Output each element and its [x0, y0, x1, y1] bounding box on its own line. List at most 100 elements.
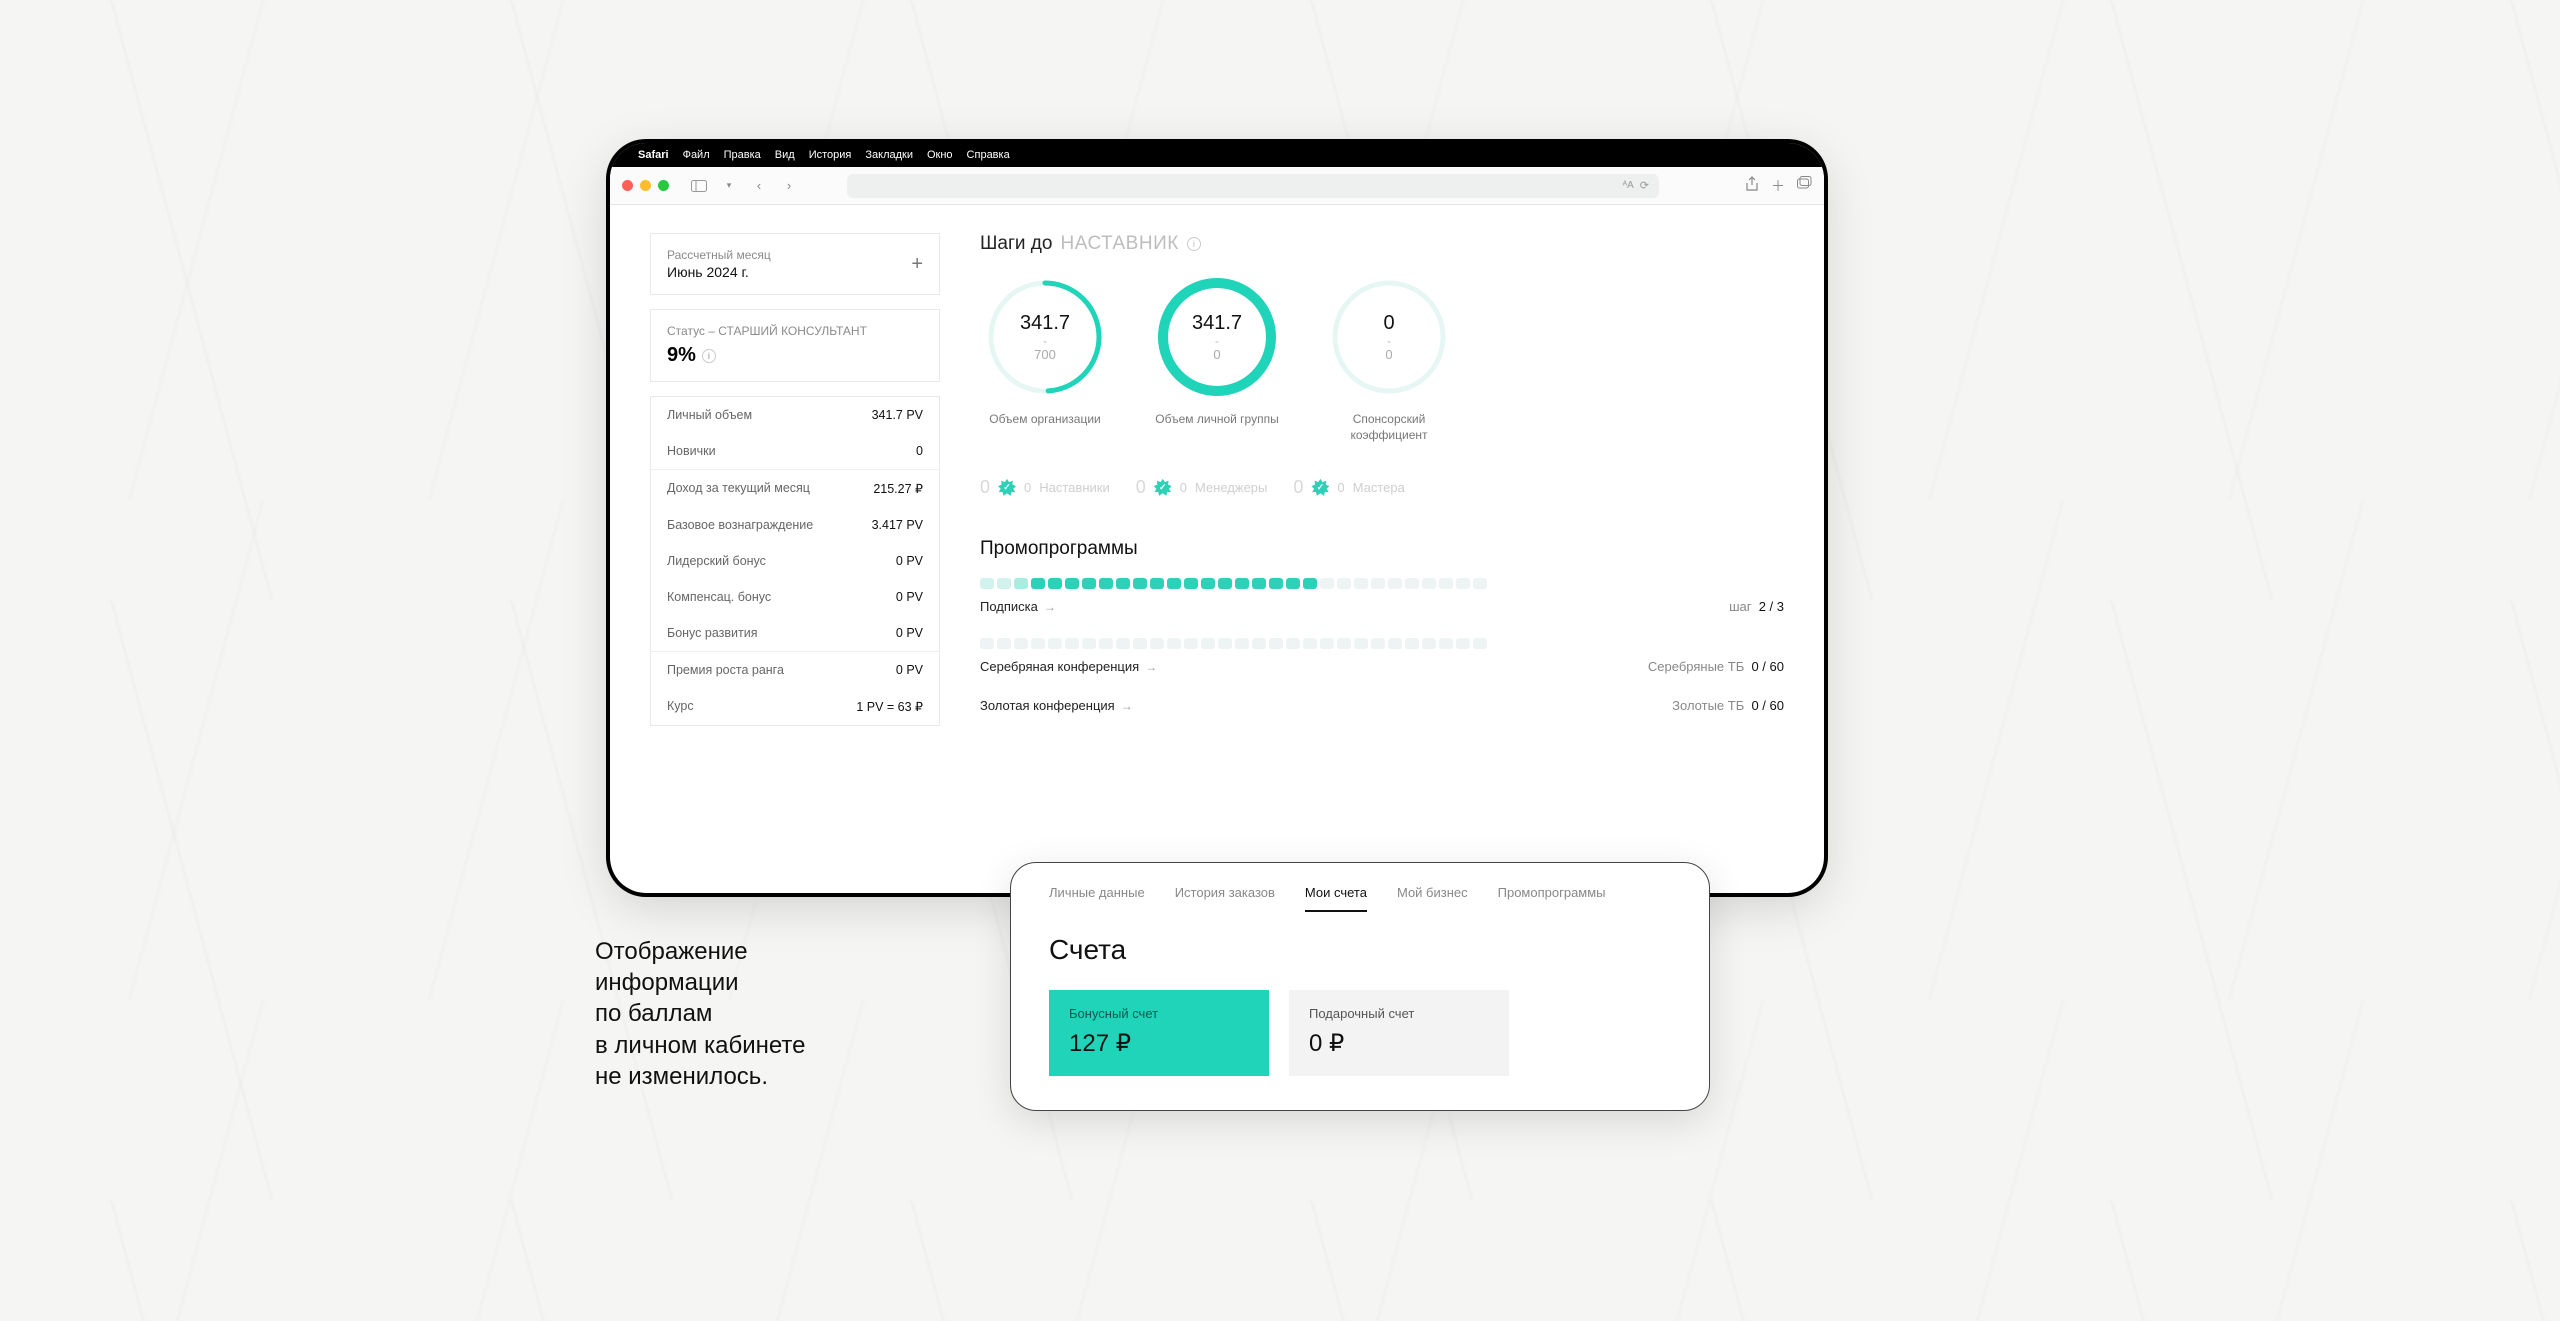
month-value: Июнь 2024 г.: [667, 264, 771, 280]
steps-prefix: Шаги до: [980, 233, 1052, 255]
check-badge-icon: [998, 479, 1016, 497]
stat-row: Новички 0: [651, 433, 939, 469]
ring-numerator: 0: [1383, 312, 1394, 335]
progress-bar: [980, 578, 1784, 589]
ring-numerator: 341.7: [1192, 312, 1242, 335]
url-bar[interactable]: ᴬA ⟳: [847, 174, 1659, 198]
stat-row: Бонус развития 0 PV: [651, 615, 939, 651]
stat-row: Доход за текущий месяц215.27 ₽: [651, 469, 939, 507]
progress-ring: 0 - 0 Спонсорский коэффициент: [1324, 277, 1454, 443]
steps-title: Шаги до НАСТАВНИК i: [980, 233, 1784, 255]
rank-name: Менеджеры: [1195, 480, 1267, 495]
page-content: Рассчетный месяц Июнь 2024 г. + Статус –…: [610, 205, 1824, 893]
accounts-title: Счета: [1049, 934, 1671, 966]
caption-text: Отображениеинформациипо балламв личном к…: [595, 936, 806, 1092]
main-panel: Шаги до НАСТАВНИК i 341.7 - 700 Объем ор…: [980, 233, 1784, 893]
stat-row: Премия роста ранга0 PV: [651, 651, 939, 688]
tab[interactable]: Промопрограммы: [1498, 885, 1606, 912]
stat-row: Лидерский бонус0 PV: [651, 543, 939, 579]
promo-item: Золотая конференция→ Золотые ТБ 0 / 60: [980, 698, 1784, 713]
promo-meta: Серебряные ТБ 0 / 60: [1648, 659, 1784, 674]
new-tab-icon[interactable]: ＋: [1771, 176, 1785, 196]
stat-label: Бонус развития: [667, 626, 758, 640]
stat-value: 0 PV: [896, 626, 923, 640]
stat-value: 3.417 PV: [872, 518, 923, 532]
status-percent: 9%: [667, 344, 696, 367]
month-selector-card[interactable]: Рассчетный месяц Июнь 2024 г. +: [650, 233, 940, 295]
info-icon[interactable]: i: [1187, 237, 1201, 251]
menubar-app-name: Safari: [638, 149, 669, 161]
menubar-item[interactable]: Файл: [683, 149, 710, 161]
rank-row: 00Наставники00Менеджеры00Мастера: [980, 477, 1784, 498]
progress-bar: [980, 638, 1784, 649]
tab[interactable]: Личные данные: [1049, 885, 1145, 912]
tablet-frame: Safari Файл Правка Вид История Закладки …: [610, 143, 1824, 893]
status-line: Статус – СТАРШИЙ КОНСУЛЬТАНТ: [667, 324, 923, 338]
reader-icon[interactable]: ᴬA: [1623, 180, 1634, 191]
menubar-item[interactable]: Правка: [724, 149, 761, 161]
ring-denominator: 0: [1385, 347, 1392, 362]
stat-row: Компенсац. бонус0 PV: [651, 579, 939, 615]
side-panel: Рассчетный месяц Июнь 2024 г. + Статус –…: [650, 233, 940, 893]
accounts-popup: Личные данные История заказов Мои счета Мой…: [1010, 862, 1710, 1111]
menubar-item[interactable]: Окно: [927, 149, 953, 161]
window-zoom-icon[interactable]: [658, 180, 669, 191]
check-badge-icon: [1154, 479, 1172, 497]
stat-row: Курс1 PV = 63 ₽: [651, 688, 939, 725]
promo-name[interactable]: Подписка→: [980, 599, 1056, 614]
rank-item: 00Менеджеры: [1136, 477, 1268, 498]
month-label: Рассчетный месяц: [667, 248, 771, 262]
stat-label: Личный объем: [667, 408, 752, 422]
account-label: Подарочный счет: [1309, 1006, 1489, 1021]
promo-name[interactable]: Серебряная конференция→: [980, 659, 1157, 674]
stat-row: Личный объем 341.7 PV: [651, 397, 939, 433]
window-close-icon[interactable]: [622, 180, 633, 191]
reload-icon[interactable]: ⟳: [1640, 179, 1649, 192]
progress-ring: 341.7 - 0 Объем личной группы: [1152, 277, 1282, 443]
tab[interactable]: Мои счета: [1305, 885, 1367, 912]
stat-value: 0 PV: [896, 590, 923, 604]
stat-value: 0: [916, 444, 923, 458]
menubar-item[interactable]: Вид: [775, 149, 795, 161]
ring-label: Объем личной группы: [1152, 411, 1282, 427]
account-card[interactable]: Подарочный счет 0 ₽: [1289, 990, 1509, 1076]
promo-name[interactable]: Золотая конференция→: [980, 698, 1133, 713]
ring-label: Спонсорский коэффициент: [1324, 411, 1454, 443]
promo-title: Промопрограммы: [980, 538, 1784, 560]
progress-rings: 341.7 - 700 Объем организации 341.7 - 0 …: [980, 277, 1784, 443]
promo-meta: шаг 2 / 3: [1729, 599, 1784, 614]
plus-icon[interactable]: +: [911, 253, 923, 276]
arrow-right-icon: →: [1044, 600, 1056, 614]
menubar-item[interactable]: Закладки: [865, 149, 913, 161]
tab[interactable]: Мой бизнес: [1397, 885, 1468, 912]
info-icon[interactable]: i: [702, 349, 716, 363]
stat-value: 0 PV: [896, 554, 923, 568]
ring-denominator: 700: [1034, 347, 1056, 362]
share-icon[interactable]: [1745, 176, 1759, 196]
account-value: 0 ₽: [1309, 1029, 1489, 1058]
forward-icon[interactable]: ›: [777, 175, 801, 197]
stat-row: Базовое вознаграждение 3.417 PV: [651, 507, 939, 543]
chevron-down-icon[interactable]: ▾: [717, 175, 741, 197]
tab[interactable]: История заказов: [1175, 885, 1275, 912]
promo-item: Подписка→ шаг 2 / 3: [980, 578, 1784, 614]
stat-label: Новички: [667, 444, 716, 458]
menubar-item[interactable]: История: [809, 149, 852, 161]
stat-value: 1 PV = 63 ₽: [856, 699, 923, 714]
stat-value: 341.7 PV: [872, 408, 923, 422]
rank-name: Наставники: [1039, 480, 1109, 495]
ring-denominator: 0: [1213, 347, 1220, 362]
tabs: Личные данные История заказов Мои счета Мой…: [1049, 885, 1671, 912]
account-card[interactable]: Бонусный счет127 ₽: [1049, 990, 1269, 1076]
tabs-icon[interactable]: [1797, 176, 1812, 196]
ring-label: Объем организации: [980, 411, 1110, 427]
sidebar-toggle-icon[interactable]: [687, 175, 711, 197]
arrow-right-icon: →: [1145, 660, 1157, 674]
menubar-item[interactable]: Справка: [967, 149, 1010, 161]
stat-label: Базовое вознаграждение: [667, 518, 813, 532]
rank-item: 00Мастера: [1293, 477, 1404, 498]
window-minimize-icon[interactable]: [640, 180, 651, 191]
macos-menubar: Safari Файл Правка Вид История Закладки …: [610, 143, 1824, 167]
check-badge-icon: [1311, 479, 1329, 497]
back-icon[interactable]: ‹: [747, 175, 771, 197]
